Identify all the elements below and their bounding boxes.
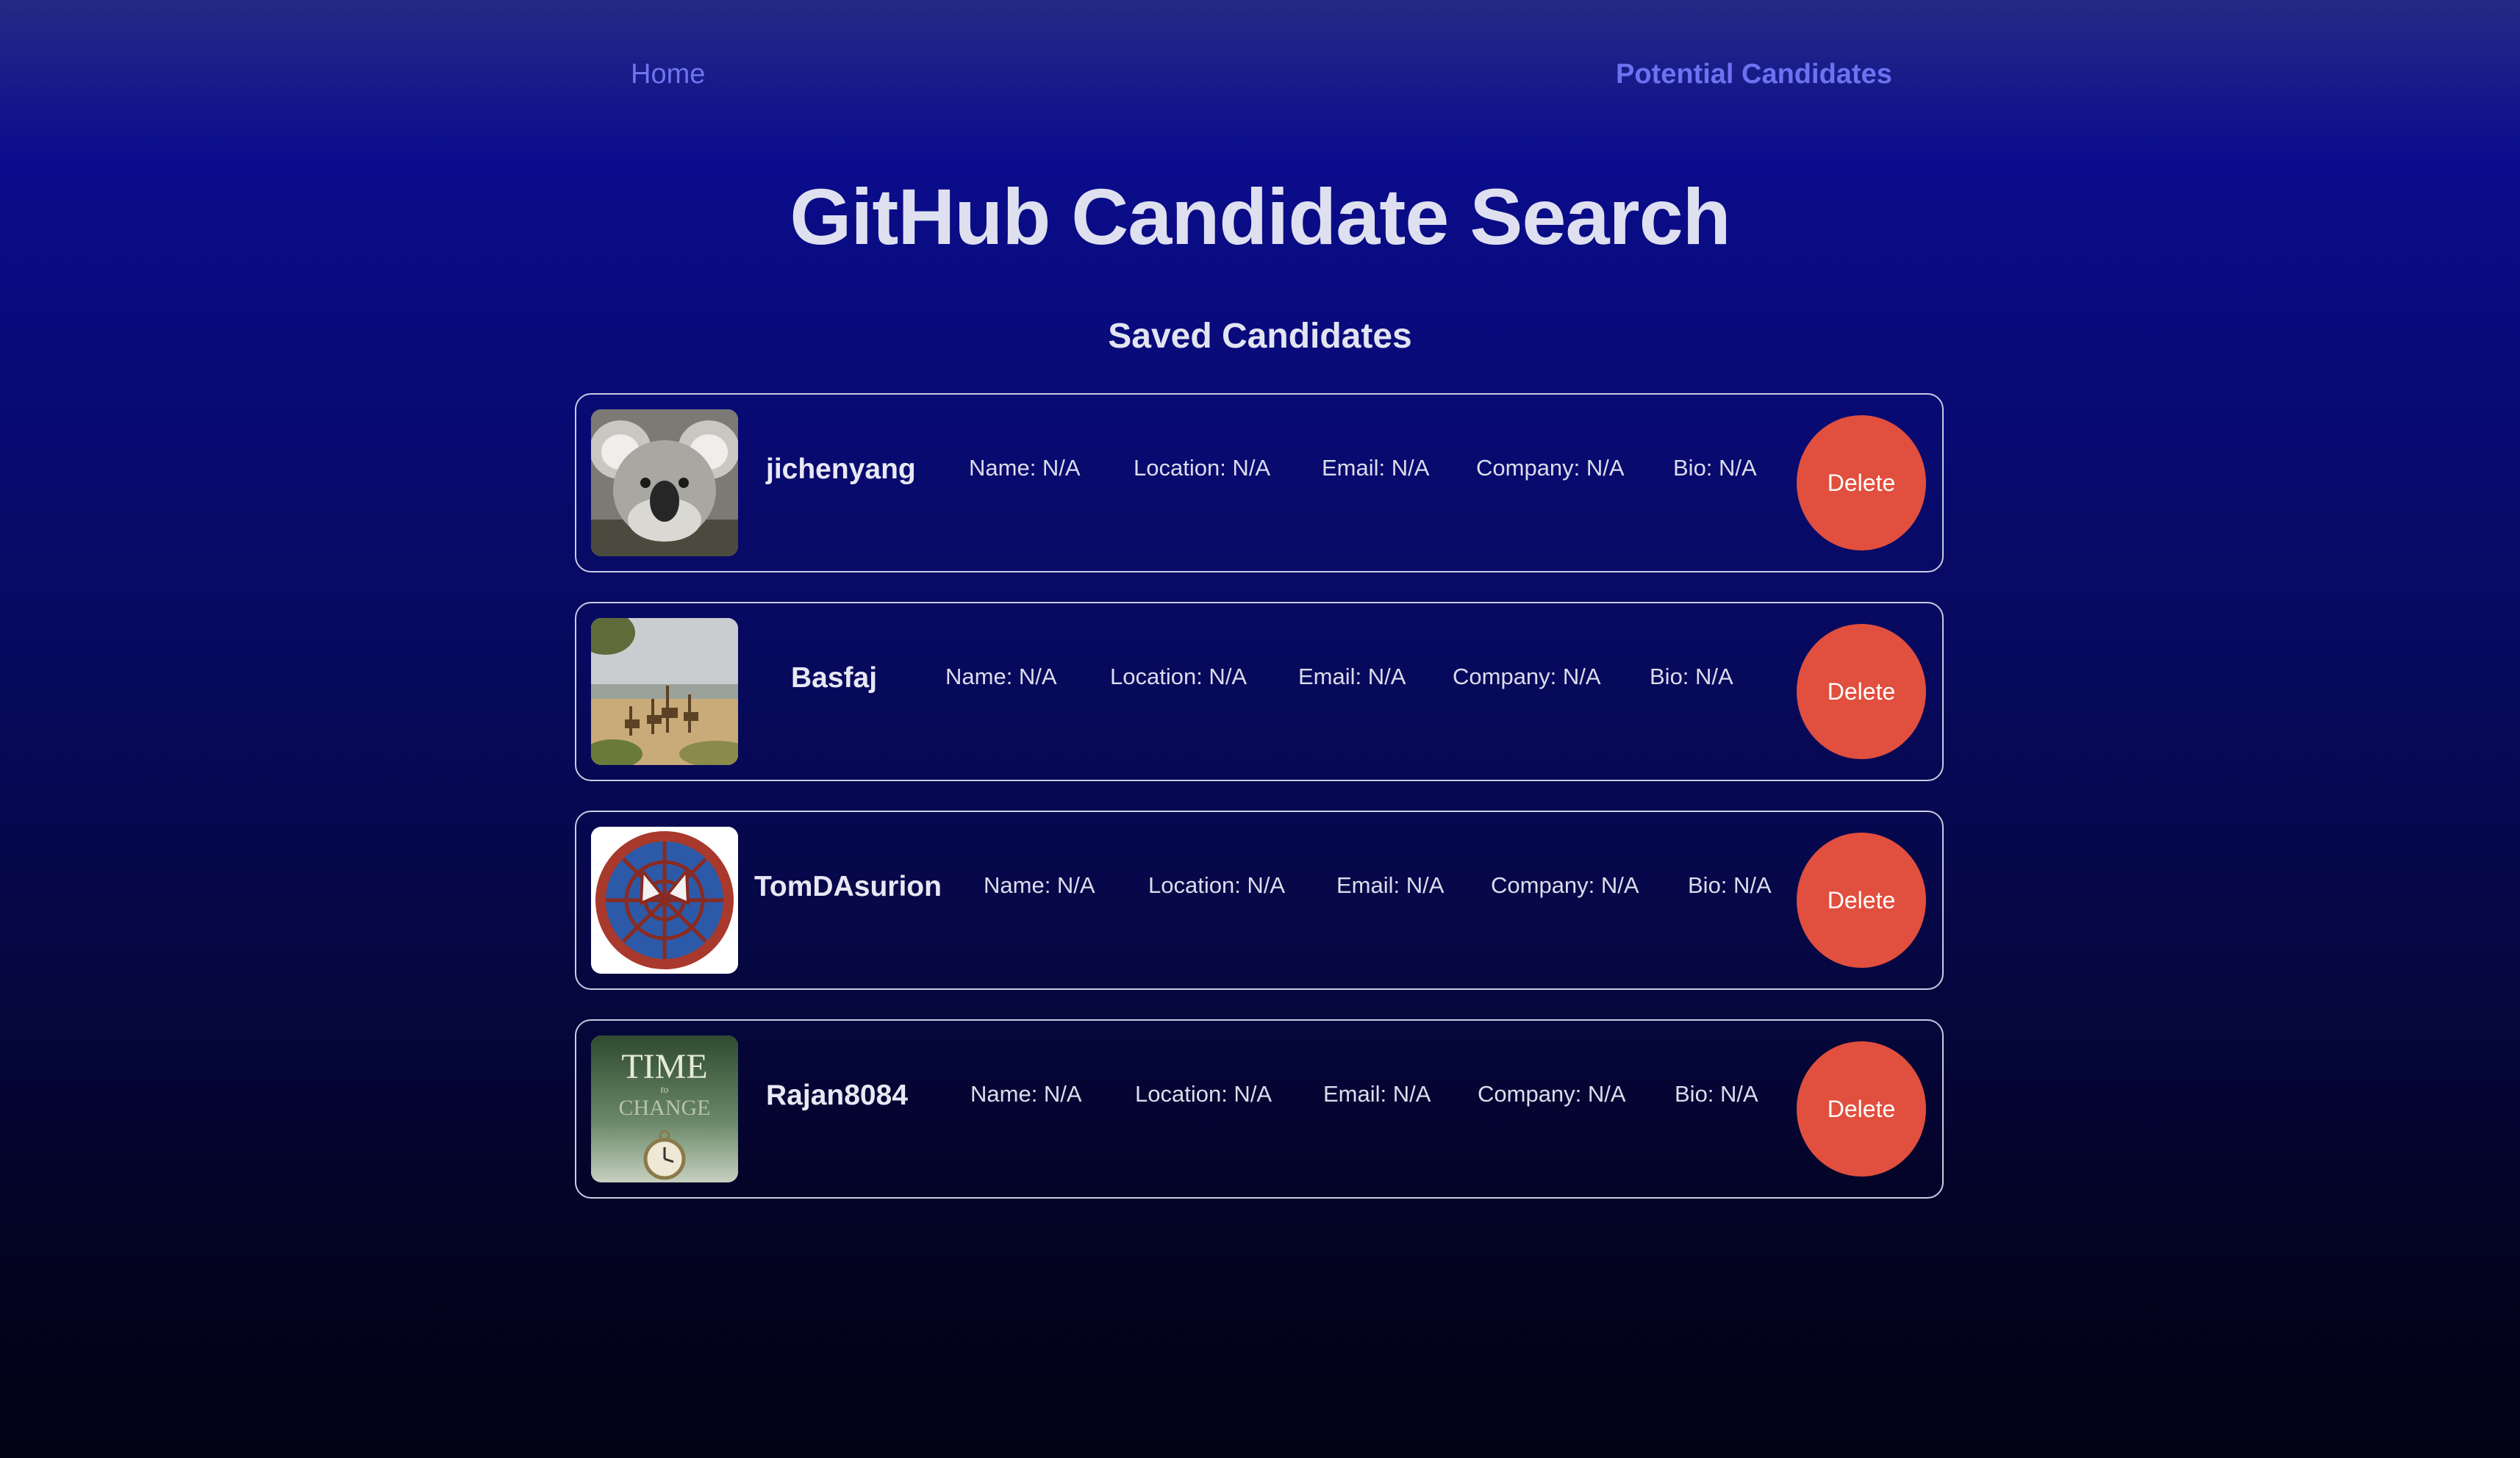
candidate-name: Name: N/A bbox=[969, 455, 1081, 481]
candidate-bio: Bio: N/A bbox=[1673, 455, 1757, 481]
candidate-company: Company: N/A bbox=[1491, 872, 1639, 898]
book-cover-avatar: TIME to CHANGE bbox=[591, 1035, 738, 1182]
candidate-location: Location: N/A bbox=[1148, 872, 1286, 898]
candidate-location: Location: N/A bbox=[1110, 664, 1248, 689]
spider-emblem-avatar bbox=[591, 827, 738, 974]
nav-link-home[interactable]: Home bbox=[631, 59, 705, 90]
candidate-bio: Bio: N/A bbox=[1688, 872, 1772, 898]
koala-avatar bbox=[591, 409, 738, 556]
delete-button[interactable]: Delete bbox=[1797, 1041, 1926, 1177]
candidate-location: Location: N/A bbox=[1134, 455, 1271, 481]
svg-text:TIME: TIME bbox=[621, 1047, 707, 1086]
candidate-name: Name: N/A bbox=[970, 1081, 1082, 1107]
candidate-company: Company: N/A bbox=[1476, 455, 1625, 481]
candidate-username: Basfaj bbox=[791, 662, 878, 694]
candidate-email: Email: N/A bbox=[1298, 664, 1406, 689]
delete-button[interactable]: Delete bbox=[1797, 415, 1926, 550]
candidate-card: TIME to CHANGE Rajan8084 Name: N/A Locat… bbox=[575, 1019, 1944, 1199]
svg-text:to: to bbox=[661, 1085, 669, 1096]
candidate-bio: Bio: N/A bbox=[1650, 664, 1733, 689]
candidate-username: jichenyang bbox=[766, 453, 916, 485]
candidate-card: TomDAsurion Name: N/A Location: N/A Emai… bbox=[575, 811, 1944, 990]
candidate-email: Email: N/A bbox=[1323, 1081, 1431, 1107]
top-nav: Home Potential Candidates bbox=[0, 0, 2520, 154]
candidate-company: Company: N/A bbox=[1478, 1081, 1626, 1107]
page-title: GitHub Candidate Search bbox=[790, 172, 1730, 261]
nav-link-potential-candidates[interactable]: Potential Candidates bbox=[1616, 59, 1892, 90]
candidate-email: Email: N/A bbox=[1322, 455, 1430, 481]
candidate-bio: Bio: N/A bbox=[1675, 1081, 1758, 1107]
candidate-username: Rajan8084 bbox=[766, 1080, 908, 1111]
svg-text:CHANGE: CHANGE bbox=[619, 1096, 711, 1120]
delete-button[interactable]: Delete bbox=[1797, 833, 1926, 968]
candidate-email: Email: N/A bbox=[1336, 872, 1445, 898]
candidate-name: Name: N/A bbox=[945, 664, 1057, 689]
delete-button[interactable]: Delete bbox=[1797, 624, 1926, 759]
candidate-name: Name: N/A bbox=[984, 872, 1095, 898]
section-title: Saved Candidates bbox=[1108, 317, 1412, 356]
giraffes-avatar bbox=[591, 618, 738, 765]
candidate-card: jichenyang Name: N/A Location: N/A Email… bbox=[575, 393, 1944, 572]
candidate-location: Location: N/A bbox=[1135, 1081, 1272, 1107]
candidate-card: Basfaj Name: N/A Location: N/A Email: N/… bbox=[575, 602, 1944, 781]
candidate-company: Company: N/A bbox=[1453, 664, 1601, 689]
candidate-username: TomDAsurion bbox=[754, 871, 942, 902]
saved-candidates-list: jichenyang Name: N/A Location: N/A Email… bbox=[575, 393, 1944, 1228]
